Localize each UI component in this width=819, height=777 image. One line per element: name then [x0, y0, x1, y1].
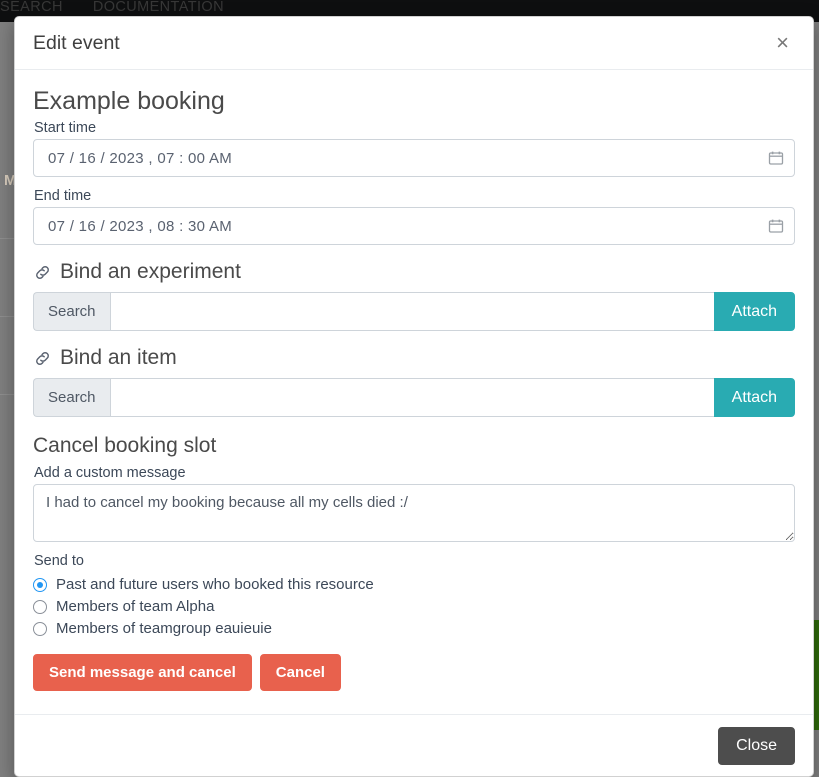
radio-button[interactable]: [33, 622, 47, 636]
cancel-booking-heading: Cancel booking slot: [33, 433, 795, 459]
start-time-input[interactable]: 07 / 16 / 2023 , 07 : 00 AM: [33, 139, 795, 177]
radio-option-teamgroup[interactable]: Members of teamgroup eauieuie: [33, 619, 795, 639]
radio-button[interactable]: [33, 600, 47, 614]
page-root: SEARCH DOCUMENTATION M 30 ( Edit event ×…: [0, 0, 819, 777]
cancel-actions-row: Send message and cancel Cancel: [33, 654, 795, 691]
cancel-button[interactable]: Cancel: [260, 654, 341, 691]
close-button[interactable]: Close: [718, 727, 795, 765]
radio-label: Members of team Alpha: [56, 598, 214, 616]
radio-option-past-future-users[interactable]: Past and future users who booked this re…: [33, 575, 795, 595]
item-search-input[interactable]: [110, 378, 714, 417]
attach-item-button[interactable]: Attach: [714, 378, 795, 417]
radio-option-team-alpha[interactable]: Members of team Alpha: [33, 597, 795, 617]
modal-footer: Close: [15, 714, 813, 776]
start-time-label: Start time: [34, 120, 795, 136]
experiment-search-label: Search: [33, 292, 110, 331]
close-icon[interactable]: ×: [770, 28, 795, 58]
custom-message-textarea[interactable]: [33, 484, 795, 542]
end-time-label: End time: [34, 188, 795, 204]
calendar-icon[interactable]: [768, 150, 784, 166]
calendar-icon[interactable]: [768, 218, 784, 234]
bind-experiment-input-group: Search Attach: [33, 292, 795, 331]
experiment-search-input[interactable]: [110, 292, 714, 331]
bind-item-title: Bind an item: [60, 345, 177, 371]
link-icon: [33, 349, 52, 368]
bind-experiment-heading: Bind an experiment: [33, 259, 795, 285]
end-time-value: 07 / 16 / 2023 , 08 : 30 AM: [48, 218, 768, 235]
radio-label: Past and future users who booked this re…: [56, 576, 374, 594]
modal-body: Example booking Start time 07 / 16 / 202…: [15, 70, 813, 714]
send-to-label: Send to: [34, 553, 795, 569]
edit-event-modal: Edit event × Example booking Start time …: [14, 16, 814, 777]
radio-button[interactable]: [33, 578, 47, 592]
modal-header: Edit event ×: [15, 17, 813, 70]
custom-message-label: Add a custom message: [34, 465, 795, 481]
bind-experiment-title: Bind an experiment: [60, 259, 241, 285]
start-time-value: 07 / 16 / 2023 , 07 : 00 AM: [48, 150, 768, 167]
bind-item-input-group: Search Attach: [33, 378, 795, 417]
page-title: Edit event: [33, 32, 770, 55]
end-time-input[interactable]: 07 / 16 / 2023 , 08 : 30 AM: [33, 207, 795, 245]
booking-title: Example booking: [33, 86, 795, 116]
send-message-and-cancel-button[interactable]: Send message and cancel: [33, 654, 252, 691]
radio-label: Members of teamgroup eauieuie: [56, 620, 272, 638]
bind-item-heading: Bind an item: [33, 345, 795, 371]
attach-experiment-button[interactable]: Attach: [714, 292, 795, 331]
link-icon: [33, 263, 52, 282]
item-search-label: Search: [33, 378, 110, 417]
